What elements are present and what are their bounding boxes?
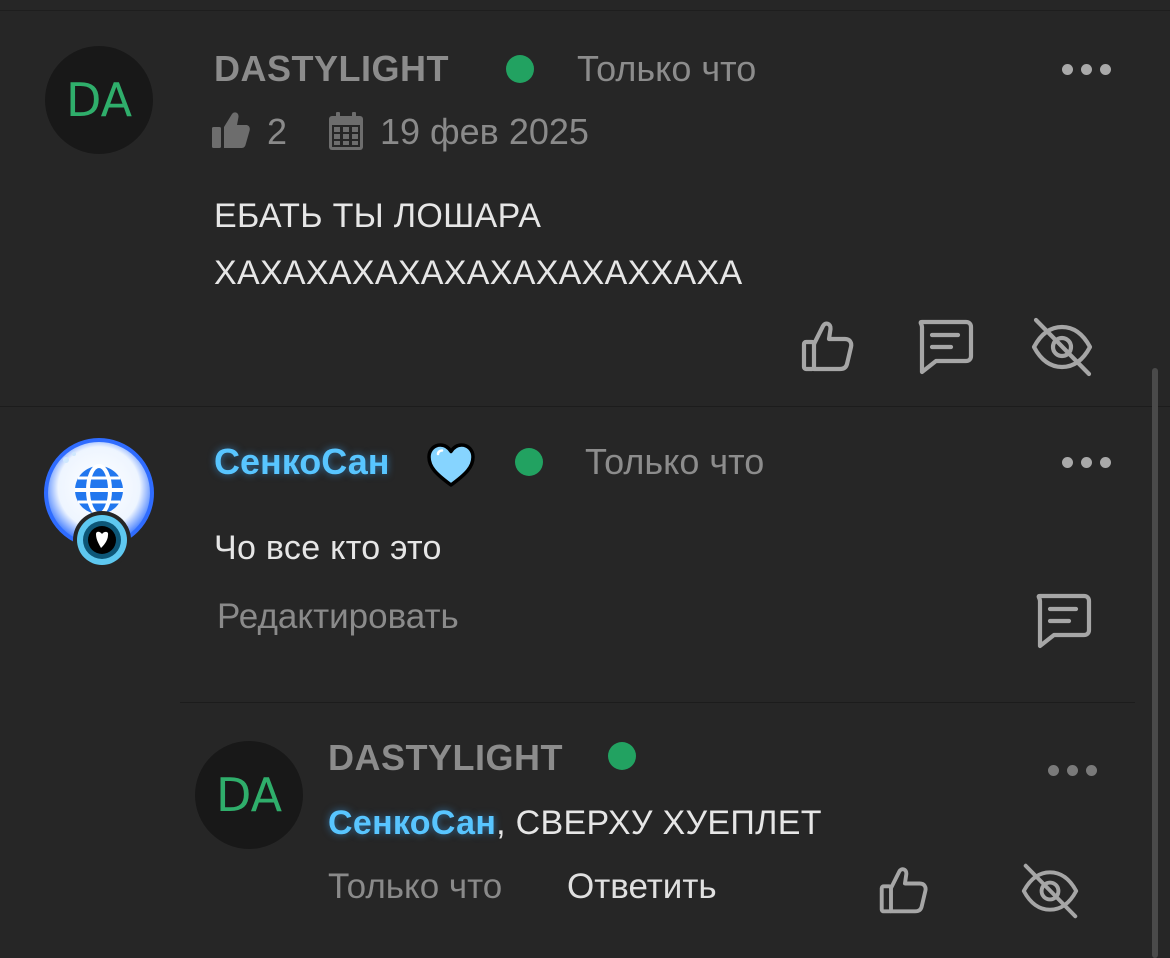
eye-off-icon	[1021, 863, 1079, 919]
heart-icon	[426, 442, 476, 488]
reply-button[interactable]	[914, 318, 974, 376]
comment-username[interactable]: DASTYLIGHT	[214, 48, 449, 90]
scrollbar[interactable]	[1152, 368, 1158, 958]
online-indicator	[515, 448, 543, 476]
more-icon	[1062, 457, 1073, 468]
top-divider	[0, 10, 1170, 11]
eye-off-icon	[1031, 317, 1093, 377]
comment-icon	[1036, 593, 1092, 649]
reply-time: Только что	[328, 867, 503, 906]
comment-icon	[918, 319, 974, 375]
avatar[interactable]: DA	[195, 741, 303, 849]
online-indicator	[506, 55, 534, 83]
comment-time: Только что	[577, 48, 757, 89]
comment-username[interactable]: СенкоСан	[214, 441, 390, 483]
more-options-button[interactable]	[1062, 64, 1111, 75]
comment-time: Только что	[585, 441, 765, 482]
more-options-button[interactable]	[1062, 457, 1111, 468]
avatar-initials: DA	[215, 768, 283, 822]
like-button[interactable]	[800, 318, 856, 374]
comment-text-line: ХАХАХАХАХАХАХАХАХАХХАХА	[214, 254, 743, 292]
avatar[interactable]: DA	[45, 46, 153, 154]
comment-text-line: ЕБАТЬ ТЫ ЛОШАРА	[214, 197, 542, 235]
reply-text-body: , СВЕРХУ ХУЕПЛЕТ	[496, 804, 822, 842]
hide-button[interactable]	[1030, 316, 1094, 378]
mention-link[interactable]: СенкоСан	[328, 804, 496, 842]
comment-divider	[0, 406, 1170, 407]
comments-page: DA DASTYLIGHT Только что 2 19 фев 2025 Е…	[0, 0, 1170, 958]
more-icon	[1062, 64, 1073, 75]
more-icon	[1048, 765, 1059, 776]
comment-date: 19 фев 2025	[380, 111, 589, 152]
thumb-up-icon	[801, 321, 854, 372]
like-button[interactable]	[878, 863, 930, 917]
hide-button[interactable]	[1020, 862, 1080, 920]
comment-text: Чо все кто это	[214, 529, 442, 567]
reply-button[interactable]	[1032, 592, 1092, 650]
likes-count: 2	[267, 111, 288, 152]
answer-link[interactable]: Ответить	[567, 867, 717, 907]
online-indicator	[608, 742, 636, 770]
more-options-button[interactable]	[1048, 765, 1097, 776]
reply-username[interactable]: DASTYLIGHT	[328, 737, 563, 779]
edit-link[interactable]: Редактировать	[217, 597, 459, 637]
calendar-icon	[329, 112, 363, 150]
reply-text: СенкоСан, СВЕРХУ ХУЕПЛЕТ	[328, 795, 822, 852]
thumb-up-icon	[879, 867, 928, 914]
comment-text: ЕБАТЬ ТЫ ЛОШАРА ХАХАХАХАХАХАХАХАХАХХАХА	[214, 188, 743, 302]
badge-icon	[72, 510, 132, 570]
thumb-up-icon	[212, 110, 250, 152]
reply-divider	[180, 702, 1135, 703]
avatar-initials: DA	[65, 73, 133, 127]
